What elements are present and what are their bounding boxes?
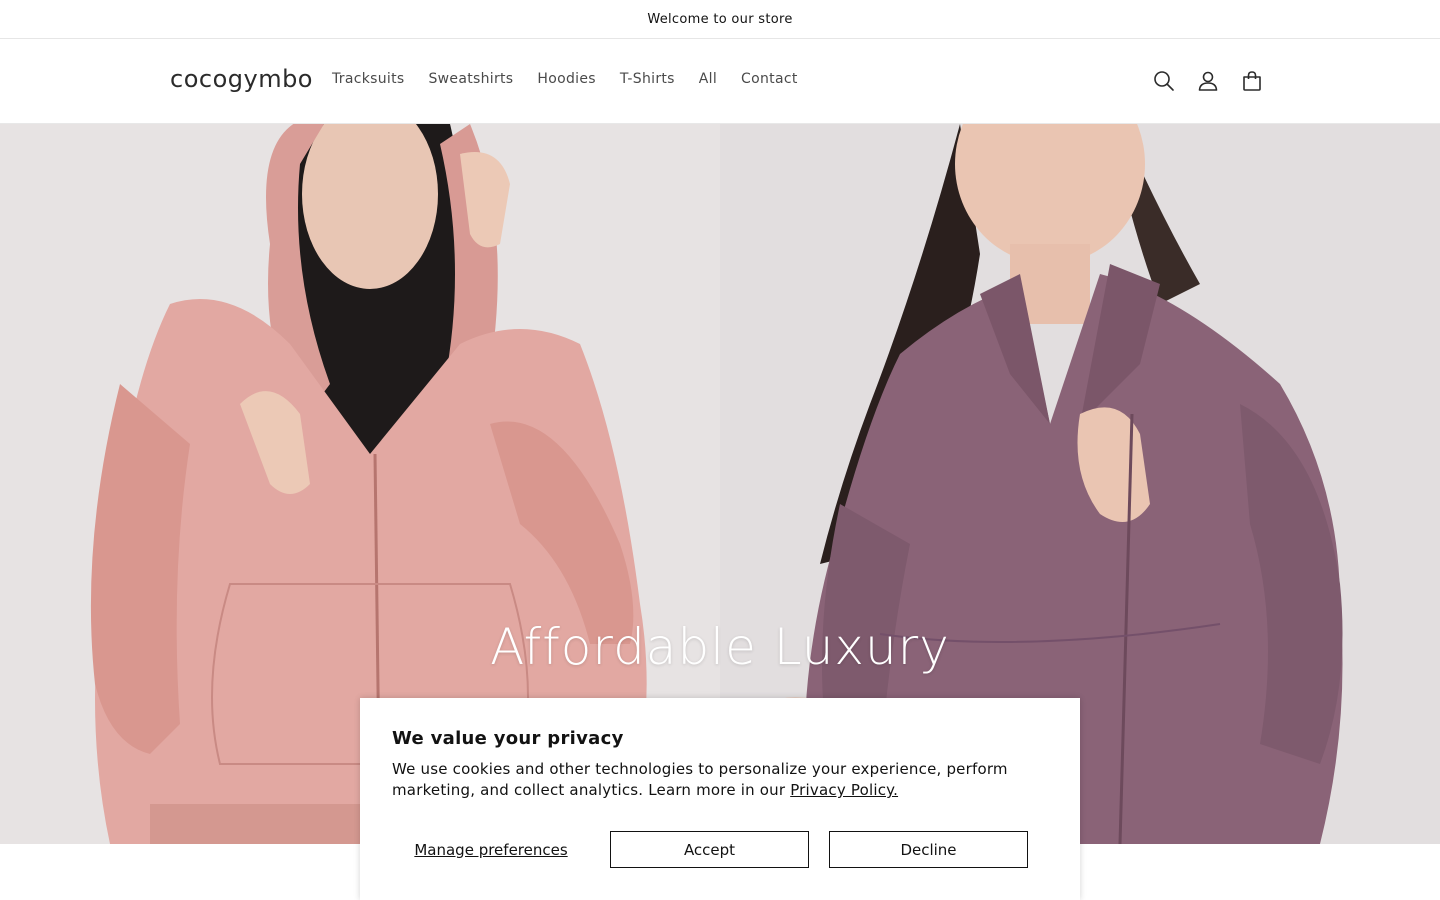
- nav-item-hoodies[interactable]: Hoodies: [525, 71, 607, 87]
- search-button[interactable]: [1146, 63, 1182, 99]
- manage-preferences-button[interactable]: Manage preferences: [392, 831, 590, 868]
- consent-body: We use cookies and other technologies to…: [392, 759, 1012, 801]
- nav-item-all[interactable]: All: [687, 71, 729, 87]
- header-icons: [1146, 63, 1270, 99]
- accept-button[interactable]: Accept: [610, 831, 809, 868]
- cart-icon: [1243, 71, 1261, 91]
- announcement-bar: Welcome to our store: [0, 0, 1440, 39]
- privacy-policy-link[interactable]: Privacy Policy.: [790, 781, 898, 799]
- consent-body-text: We use cookies and other technologies to…: [392, 760, 1008, 799]
- nav-item-tshirts[interactable]: T-Shirts: [608, 71, 687, 87]
- site-header: cocogymbo Tracksuits Sweatshirts Hoodies…: [0, 39, 1440, 124]
- store-logo[interactable]: cocogymbo: [170, 65, 313, 93]
- nav-item-sweatshirts[interactable]: Sweatshirts: [416, 71, 525, 87]
- nav-item-contact[interactable]: Contact: [729, 71, 810, 87]
- decline-button[interactable]: Decline: [829, 831, 1028, 868]
- nav-item-tracksuits[interactable]: Tracksuits: [320, 71, 416, 87]
- cookie-consent-banner: We value your privacy We use cookies and…: [360, 698, 1080, 900]
- search-icon: [1154, 71, 1174, 91]
- announcement-text: Welcome to our store: [647, 11, 793, 27]
- consent-actions: Manage preferences Accept Decline: [392, 831, 1028, 868]
- consent-title: We value your privacy: [392, 728, 624, 749]
- account-icon: [1198, 71, 1218, 91]
- account-button[interactable]: [1190, 63, 1226, 99]
- main-nav: Tracksuits Sweatshirts Hoodies T-Shirts …: [320, 71, 810, 87]
- cart-button[interactable]: [1234, 63, 1270, 99]
- hero-title: Affordable Luxury: [490, 618, 950, 676]
